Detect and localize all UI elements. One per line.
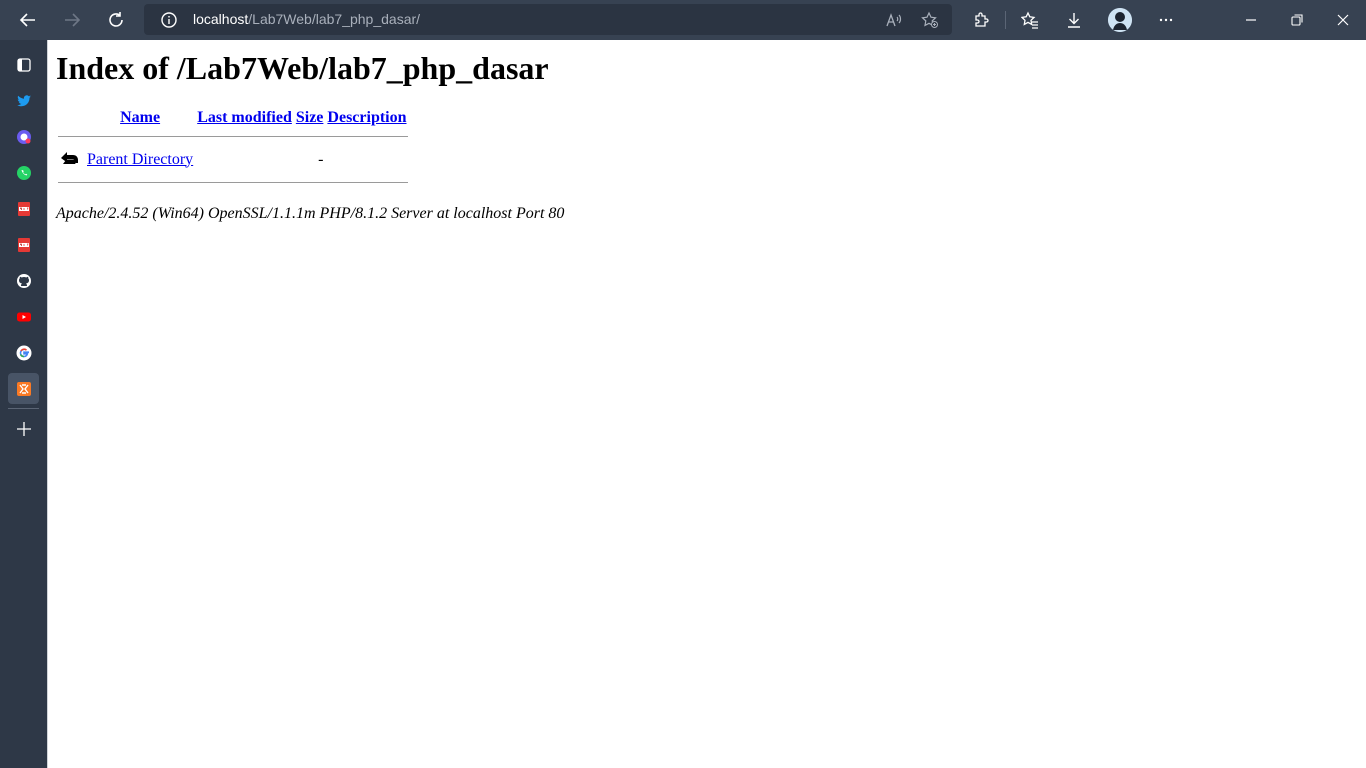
horizontal-rule	[58, 182, 408, 183]
toolbar-separator	[1005, 11, 1006, 29]
restore-icon	[1291, 14, 1303, 26]
more-button[interactable]	[1150, 4, 1182, 36]
minimize-icon	[1246, 19, 1256, 21]
description-column-header: Description	[326, 108, 407, 128]
table-row: Parent Directory -	[58, 145, 408, 174]
browser-toolbar: localhost/Lab7Web/lab7_php_dasar/	[0, 0, 1366, 40]
messenger-icon	[16, 129, 31, 144]
more-icon	[1159, 18, 1173, 22]
header-divider-row	[58, 130, 408, 143]
server-signature: Apache/2.4.52 (Win64) OpenSSL/1.1.1m PHP…	[56, 205, 565, 222]
extensions-button[interactable]	[965, 4, 997, 36]
sidebar-item-whatsapp[interactable]	[8, 157, 39, 188]
pdf-icon	[17, 237, 30, 252]
restore-button[interactable]	[1281, 4, 1313, 36]
download-icon	[1068, 13, 1080, 28]
icon-column-header	[58, 108, 84, 128]
row-icon-cell	[58, 145, 84, 174]
sort-by-size-link[interactable]: Size	[296, 109, 324, 126]
table-header-row: Name Last modified Size Description	[58, 108, 408, 128]
close-icon	[1337, 14, 1349, 26]
sidebar-item-xampp[interactable]	[8, 373, 39, 404]
size-column-header: Size	[295, 108, 325, 128]
sidebar-divider	[8, 408, 39, 409]
page-content: Index of /Lab7Web/lab7_php_dasar Name La…	[48, 40, 1366, 768]
horizontal-rule	[58, 136, 408, 137]
downloads-button[interactable]	[1058, 4, 1090, 36]
row-last-modified-cell	[196, 145, 293, 174]
back-arrow-icon	[19, 13, 35, 27]
minimize-button[interactable]	[1235, 4, 1267, 36]
row-size-cell: -	[318, 150, 324, 168]
twitter-icon	[16, 94, 31, 106]
xampp-icon	[16, 381, 31, 396]
parent-directory-icon	[61, 152, 78, 164]
sidebar-item-google[interactable]	[8, 337, 39, 368]
sidebar-add-button[interactable]	[8, 413, 39, 444]
read-aloud-button[interactable]	[884, 10, 904, 30]
parent-directory-link[interactable]: Parent Directory	[87, 151, 193, 168]
refresh-icon	[109, 12, 123, 27]
favorites-button[interactable]	[1014, 4, 1046, 36]
address-host: localhost	[193, 11, 249, 27]
profile-avatar[interactable]	[1108, 8, 1132, 32]
address-url[interactable]: localhost/Lab7Web/lab7_php_dasar/	[193, 11, 420, 27]
youtube-icon	[16, 312, 31, 321]
sidebar-item-messenger[interactable]	[8, 121, 39, 152]
browser-sidebar	[0, 40, 47, 768]
add-favorite-icon	[921, 11, 938, 28]
extensions-icon	[975, 12, 989, 27]
sort-by-description-link[interactable]: Description	[327, 109, 406, 126]
tabs-icon	[16, 57, 31, 72]
github-icon	[16, 273, 31, 288]
info-icon[interactable]	[160, 11, 178, 29]
add-favorite-button[interactable]	[920, 10, 940, 30]
address-path: /Lab7Web/lab7_php_dasar/	[248, 11, 421, 27]
pdf-icon	[17, 201, 30, 216]
name-column-header: Name	[86, 108, 194, 128]
directory-table: Name Last modified Size Description Pare…	[56, 106, 410, 191]
refresh-button[interactable]	[100, 4, 132, 36]
address-bar[interactable]: localhost/Lab7Web/lab7_php_dasar/	[144, 4, 952, 35]
google-icon	[16, 345, 31, 360]
add-icon	[16, 421, 31, 436]
row-description-cell	[326, 145, 407, 174]
sidebar-item-youtube[interactable]	[8, 301, 39, 332]
sort-by-name-link[interactable]: Name	[120, 109, 160, 126]
forward-arrow-icon	[65, 13, 81, 27]
back-button[interactable]	[12, 4, 44, 36]
favorites-icon	[1021, 11, 1038, 29]
sidebar-item-github[interactable]	[8, 265, 39, 296]
forward-button[interactable]	[56, 4, 88, 36]
sidebar-item-twitter[interactable]	[8, 85, 39, 116]
whatsapp-icon	[16, 165, 31, 180]
last-modified-column-header: Last modified	[196, 108, 293, 128]
sidebar-item-pdf-1[interactable]	[8, 193, 39, 224]
footer-divider-row	[58, 176, 408, 189]
sidebar-item-tabs[interactable]	[8, 49, 39, 80]
close-button[interactable]	[1327, 4, 1359, 36]
row-name-cell: Parent Directory	[86, 145, 194, 174]
sidebar-item-pdf-2[interactable]	[8, 229, 39, 260]
avatar	[1108, 8, 1132, 32]
read-aloud-icon	[886, 13, 902, 27]
page-title: Index of /Lab7Web/lab7_php_dasar	[56, 50, 549, 86]
sort-by-last-modified-link[interactable]: Last modified	[197, 109, 292, 126]
